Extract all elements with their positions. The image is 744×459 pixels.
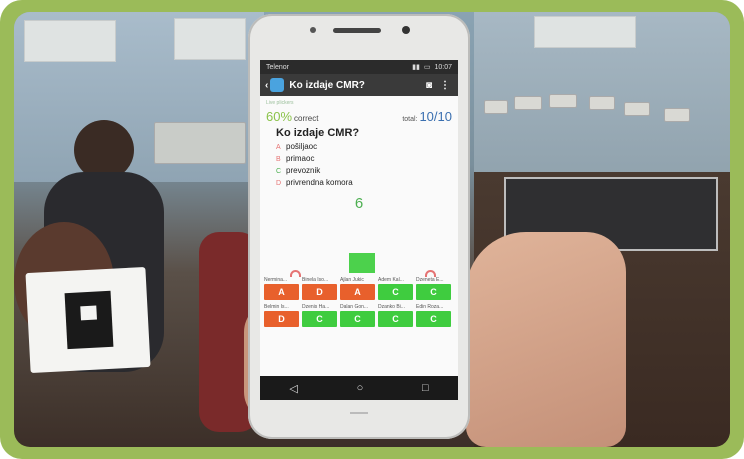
student-name: Binela Iso...	[302, 277, 329, 283]
more-vert-icon[interactable]: ⋮	[437, 80, 453, 91]
total-label: total:	[402, 116, 418, 123]
carrier-label: Telenor	[266, 63, 289, 71]
student-answer: A	[340, 284, 375, 300]
nav-bar: ◁ ○ □	[260, 376, 458, 400]
student-card[interactable]: Adem Kal... C	[378, 276, 413, 300]
sensor-icon	[310, 27, 316, 33]
answer-option: Cprevoznik	[276, 165, 452, 177]
student-name: Dzanko Bi...	[378, 304, 405, 310]
wall-poster	[534, 16, 636, 48]
student-card[interactable]: Ajlan Jukic A	[340, 276, 375, 300]
student-card[interactable]: Dalan Gon... C	[340, 303, 375, 327]
answer-text: pošiljaoc	[286, 142, 318, 151]
live-caption: Live plickers	[266, 100, 294, 106]
question-text: Ko izdaje CMR?	[276, 127, 360, 139]
answer-letter: D	[276, 180, 282, 187]
answer-letter: C	[276, 168, 282, 175]
app-title: Ko izdaje CMR?	[289, 79, 365, 91]
student-name: Edin Roza...	[416, 304, 444, 310]
answer-letter: A	[276, 144, 281, 151]
answer-text: prevoznik	[286, 166, 321, 175]
answer-text: primaoc	[286, 154, 315, 163]
student-name: Dzenis Ha...	[302, 304, 330, 310]
student-answer: C	[416, 284, 451, 300]
percent-correct: 60%	[266, 109, 293, 124]
phone-home-indicator	[350, 412, 368, 414]
plicker-code-icon	[64, 290, 114, 350]
nav-home-icon[interactable]: ○	[357, 382, 364, 394]
student-name: Belmin Is...	[264, 304, 289, 310]
status-bar: Telenor ▮▮ ▭ 10:07	[260, 60, 458, 74]
smartphone: Telenor ▮▮ ▭ 10:07 ‹ Ko izdaje CMR? ◙ ⋮ …	[248, 14, 470, 439]
lab-device	[549, 94, 577, 108]
correct-count: 6	[354, 195, 364, 212]
student-card[interactable]: Dzenis Ha... C	[302, 303, 337, 327]
student-name: Nermina...	[264, 277, 288, 283]
student-card[interactable]: Edin Roza... C	[416, 303, 451, 327]
student-card[interactable]: Belmin Is... D	[264, 303, 299, 327]
student-name: Adem Kal...	[378, 277, 404, 283]
phone-screen: Telenor ▮▮ ▭ 10:07 ‹ Ko izdaje CMR? ◙ ⋮ …	[260, 60, 458, 400]
score-line: 60% correct total: 10/10	[266, 108, 452, 126]
app-bar: ‹ Ko izdaje CMR? ◙ ⋮	[260, 74, 458, 96]
answer-option: Apošiljaoc	[276, 141, 452, 153]
photo-frame: Telenor ▮▮ ▭ 10:07 ‹ Ko izdaje CMR? ◙ ⋮ …	[0, 0, 744, 459]
student-answer: C	[340, 311, 375, 327]
lab-device	[154, 122, 246, 164]
quiz-content: Live plickers 60% correct total: 10/10 Ko…	[260, 96, 458, 346]
lab-device	[664, 108, 690, 122]
student-card[interactable]: Dzeneta E... C	[416, 276, 451, 300]
lab-device	[624, 102, 650, 116]
wall-poster	[24, 20, 116, 62]
student-grid: Nermina... A Binela Iso... D Ajlan Jukic A …	[264, 276, 454, 330]
student-head	[74, 120, 134, 180]
student-card[interactable]: Nermina... A	[264, 276, 299, 300]
hand	[466, 232, 626, 447]
student-answer: D	[302, 284, 337, 300]
total-value: 10/10	[419, 109, 452, 124]
nav-back-icon[interactable]: ◁	[289, 382, 297, 395]
phone-top-bezel	[248, 14, 470, 60]
total-count: total: 10/10	[402, 109, 452, 124]
student-answer: C	[378, 311, 413, 327]
signal-icon: ▮▮	[412, 64, 420, 71]
nav-recent-icon[interactable]: □	[422, 382, 429, 394]
student-answer: C	[378, 284, 413, 300]
answer-letter: B	[276, 156, 281, 163]
app-logo-icon	[270, 78, 285, 92]
student-answer: C	[302, 311, 337, 327]
student-name: Dzeneta E...	[416, 277, 444, 283]
student-row: Belmin Is... D Dzenis Ha... C Dalan Gon...…	[264, 303, 454, 327]
back-icon[interactable]: ‹	[265, 80, 268, 91]
lab-device	[589, 96, 615, 110]
answer-text: privrendna komora	[286, 178, 353, 187]
student-card[interactable]: Binela Iso... D	[302, 276, 337, 300]
lab-device	[484, 100, 508, 114]
time-label: 10:07	[434, 63, 452, 71]
camera-icon[interactable]: ◙	[421, 80, 437, 91]
correct-bar	[349, 253, 375, 273]
student-row: Nermina... A Binela Iso... D Ajlan Jukic A …	[264, 276, 454, 300]
answer-option: Bprimaoc	[276, 153, 452, 165]
answer-list: Apošiljaoc Bprimaoc Cprevoznik Dprivrend…	[276, 141, 452, 189]
answer-option: Dprivrendna komora	[276, 177, 452, 189]
lab-device	[514, 96, 542, 110]
student-card[interactable]: Dzanko Bi... C	[378, 303, 413, 327]
battery-icon: ▭	[423, 64, 431, 71]
student-answer: C	[416, 311, 451, 327]
front-camera-icon	[402, 26, 410, 34]
wall-poster	[174, 18, 246, 60]
student-answer: A	[264, 284, 299, 300]
student-answer: D	[264, 311, 299, 327]
student-name: Ajlan Jukic	[340, 277, 364, 283]
percent-label: correct	[294, 114, 319, 123]
plicker-card	[25, 266, 151, 374]
student-name: Dalan Gon...	[340, 304, 369, 310]
speaker-grille	[333, 28, 381, 33]
